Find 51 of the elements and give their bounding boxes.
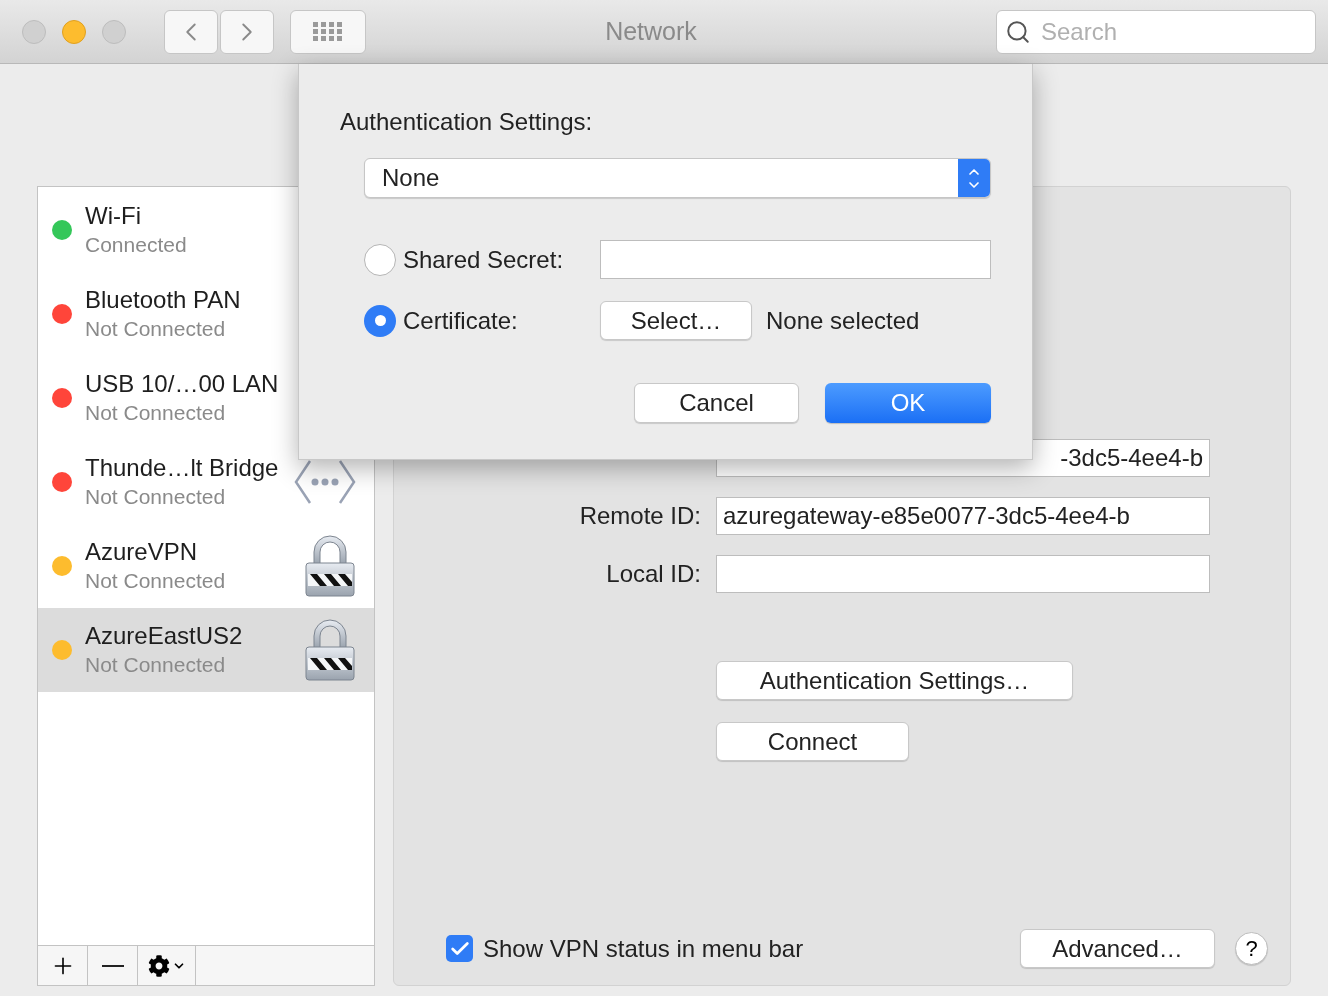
radio-button[interactable] bbox=[364, 243, 396, 276]
window-title: Network bbox=[605, 15, 697, 47]
bridge-icon bbox=[294, 459, 356, 505]
stepper-icon bbox=[958, 159, 990, 197]
service-name: Thunde…lt Bridge bbox=[85, 453, 280, 482]
show-all-button[interactable] bbox=[290, 9, 366, 54]
minimize-button[interactable] bbox=[62, 19, 86, 44]
checkbox[interactable] bbox=[446, 935, 473, 962]
forward-button[interactable] bbox=[220, 9, 274, 54]
text-field[interactable] bbox=[716, 555, 1210, 593]
service-status: Not Connected bbox=[85, 316, 227, 342]
text-field[interactable]: azuregateway-e85e0077-3dc5-4ee4-b bbox=[716, 497, 1210, 535]
service-item[interactable]: AzureEastUS2 Not Connected bbox=[38, 608, 374, 692]
service-name: Wi-Fi bbox=[85, 201, 142, 230]
zoom-button[interactable] bbox=[102, 19, 126, 44]
sheet-title: Authentication Settings: bbox=[340, 107, 594, 137]
gear-icon bbox=[147, 954, 170, 977]
field-label: Local ID: bbox=[606, 559, 701, 589]
back-button[interactable] bbox=[164, 9, 218, 54]
service-item[interactable]: AzureVPN Not Connected bbox=[38, 524, 374, 608]
certificate-status: None selected bbox=[766, 305, 920, 336]
connect-button[interactable]: Connect bbox=[716, 722, 909, 761]
service-status: Not Connected bbox=[85, 400, 227, 426]
minus-icon bbox=[101, 964, 124, 967]
authentication-popup[interactable]: None bbox=[364, 158, 991, 198]
text-field[interactable] bbox=[599, 240, 991, 279]
service-status: Connected bbox=[85, 232, 188, 258]
radio-label: Shared Secret: bbox=[402, 244, 565, 275]
cancel-button[interactable]: Cancel bbox=[634, 383, 799, 423]
field-label: Remote ID: bbox=[579, 501, 701, 531]
lock-icon bbox=[304, 618, 356, 682]
service-status: Not Connected bbox=[85, 568, 227, 594]
search-icon bbox=[1005, 18, 1031, 45]
service-name: Bluetooth PAN bbox=[85, 285, 242, 314]
advanced-button[interactable]: Advanced… bbox=[1020, 929, 1215, 968]
service-name: USB 10/…00 LAN bbox=[85, 369, 280, 398]
close-button[interactable] bbox=[22, 19, 46, 44]
service-name: AzureEastUS2 bbox=[85, 621, 244, 650]
checkbox-label: Show VPN status in menu bar bbox=[483, 933, 804, 964]
radio-button[interactable] bbox=[364, 304, 396, 337]
service-status: Not Connected bbox=[85, 652, 227, 678]
search-field[interactable]: Search bbox=[996, 9, 1316, 54]
help-button[interactable]: ? bbox=[1235, 932, 1268, 965]
radio-label: Certificate: bbox=[403, 305, 519, 336]
select-button[interactable]: Select… bbox=[600, 301, 752, 340]
authentication-settings-button[interactable]: Authentication Settings… bbox=[716, 661, 1073, 700]
ok-button[interactable]: OK bbox=[825, 383, 991, 423]
service-name: AzureVPN bbox=[85, 537, 199, 566]
lock-icon bbox=[304, 534, 356, 598]
grid-icon bbox=[313, 21, 343, 42]
service-status: Not Connected bbox=[85, 484, 227, 510]
